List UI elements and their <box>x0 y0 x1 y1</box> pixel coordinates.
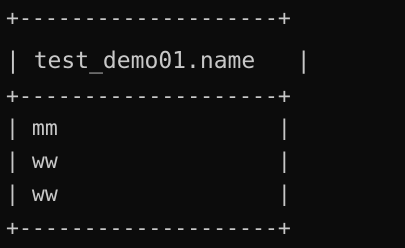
table-border-top: +--------------------+ <box>6 6 291 31</box>
table-border-bottom: +--------------------+ <box>6 216 291 241</box>
table-row: | mm | <box>6 116 291 141</box>
table-row: | ww | <box>6 149 291 174</box>
table-border-mid: +--------------------+ <box>6 84 291 109</box>
terminal-window: +--------------------+ | test_demo01.nam… <box>0 0 405 248</box>
table-row: | ww | <box>6 182 291 207</box>
column-header: | test_demo01.name | <box>6 48 311 74</box>
